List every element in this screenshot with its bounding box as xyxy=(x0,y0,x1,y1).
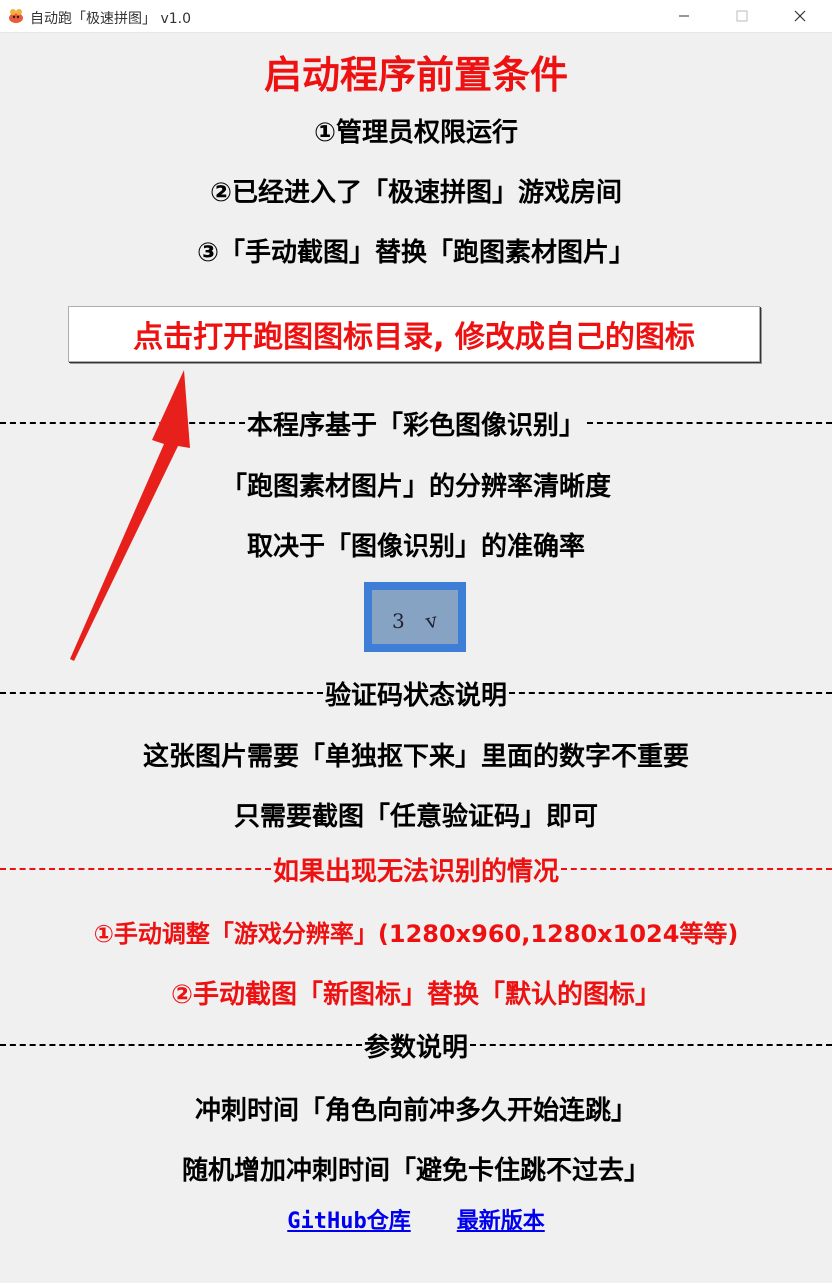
minimize-icon[interactable] xyxy=(656,0,712,32)
failure-line-1: ①手动调整「游戏分辨率」(1280x960,1280x1024等等) xyxy=(93,920,739,948)
section-failure-separator: 如果出现无法识别的情况 xyxy=(0,854,832,887)
github-repo-link[interactable]: GitHub仓库 xyxy=(287,1203,410,1235)
captcha-line-1: 这张图片需要「单独抠下来」里面的数字不重要 xyxy=(142,742,689,772)
section-recognition-title: 本程序基于「彩色图像识别」 xyxy=(247,410,586,441)
open-icon-folder-label: 点击打开跑图图标目录, 修改成自己的图标 xyxy=(133,320,695,355)
section-captcha-title: 验证码状态说明 xyxy=(325,680,508,711)
recognition-line-2: 取决于「图像识别」的准确率 xyxy=(246,532,585,562)
failure-line-2: ②手动截图「新图标」替换「默认的图标」 xyxy=(170,980,661,1010)
section-captcha-separator: 验证码状态说明 xyxy=(0,678,832,711)
section-recognition-separator: 本程序基于「彩色图像识别」 xyxy=(0,408,832,441)
section-failure-title: 如果出现无法识别的情况 xyxy=(273,856,560,887)
open-icon-folder-button[interactable]: 点击打开跑图图标目录, 修改成自己的图标 xyxy=(68,306,760,362)
captcha-image: 3 v xyxy=(364,582,466,652)
section-params-title: 参数说明 xyxy=(364,1032,469,1063)
window-title: 自动跑「极速拼图」 v1.0 xyxy=(30,11,191,27)
section-params-separator: 参数说明 xyxy=(0,1030,832,1063)
maximize-icon[interactable] xyxy=(714,0,770,32)
prereq-item-3: ③「手动截图」替换「跑图素材图片」 xyxy=(196,238,635,268)
params-line-2: 随机增加冲刺时间「避免卡住跳不过去」 xyxy=(181,1156,650,1186)
prereq-item-1: ①管理员权限运行 xyxy=(313,118,518,148)
title-bar: 自动跑「极速拼图」 v1.0 xyxy=(0,0,832,33)
prereq-item-2: ②已经进入了「极速拼图」游戏房间 xyxy=(209,178,622,208)
captcha-line-2: 只需要截图「任意验证码」即可 xyxy=(233,802,598,832)
latest-version-link[interactable]: 最新版本 xyxy=(457,1203,545,1235)
recognition-line-1: 「跑图素材图片」的分辨率清晰度 xyxy=(220,472,611,502)
params-line-1: 冲刺时间「角色向前冲多久开始连跳」 xyxy=(194,1096,637,1126)
svg-text:3: 3 xyxy=(392,609,405,633)
prereq-heading: 启动程序前置条件 xyxy=(263,53,568,97)
close-icon[interactable] xyxy=(772,0,828,32)
app-icon xyxy=(9,9,23,23)
links-row: GitHub仓库 最新版本 xyxy=(0,1203,832,1235)
